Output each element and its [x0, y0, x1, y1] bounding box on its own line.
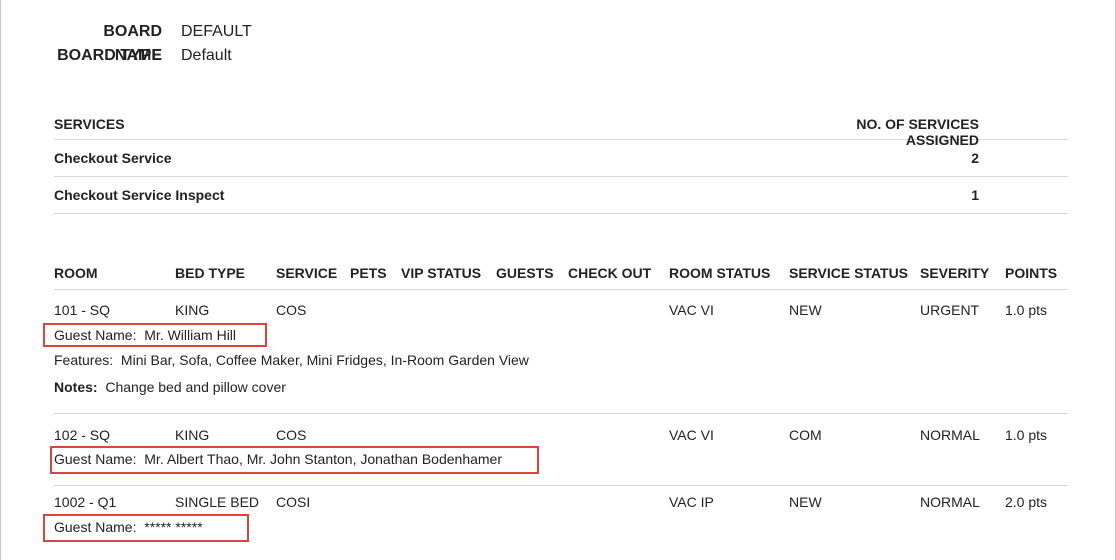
- severity: URGENT: [920, 302, 980, 318]
- service-status: COM: [789, 427, 822, 443]
- col-pets: PETS: [350, 265, 387, 281]
- room-status: VAC VI: [669, 302, 714, 318]
- guest-name-label: Guest Name:: [54, 327, 137, 343]
- guest-name: Guest Name: Mr. Albert Thao, Mr. John St…: [54, 451, 502, 467]
- left-border: [0, 0, 1, 560]
- features-label: Features:: [54, 352, 114, 368]
- col-bed-type: BED TYPE: [175, 265, 246, 281]
- guest-name: Guest Name: Mr. William Hill: [54, 327, 236, 343]
- points: 1.0 pts: [1005, 427, 1048, 443]
- col-service-status: SERVICE STATUS: [789, 265, 909, 281]
- col-guests: GUESTS: [496, 265, 554, 281]
- service-row: Checkout Service Inspect 1: [54, 177, 1068, 214]
- guest-line: Guest Name: Mr. Albert Thao, Mr. John St…: [50, 446, 1068, 477]
- col-service: SERVICE: [276, 265, 338, 281]
- col-check-out: CHECK OUT: [568, 265, 652, 281]
- services-header-row: SERVICES NO. OF SERVICES ASSIGNED: [54, 106, 1068, 148]
- bed-type: KING: [175, 302, 210, 318]
- guest-name-label: Guest Name:: [54, 519, 137, 535]
- services-table: SERVICES NO. OF SERVICES ASSIGNED Checko…: [54, 106, 1068, 214]
- room-number: 102 - SQ: [54, 427, 111, 443]
- rooms-table: ROOM BED TYPE SERVICE PETS VIP STATUS GU…: [43, 255, 1068, 552]
- severity: NORMAL: [920, 494, 980, 510]
- room-row: 102 - SQ KING COS VAC VI COM NORMAL 1.0 …: [50, 414, 1068, 486]
- col-room: ROOM: [54, 265, 98, 281]
- rooms-header-row: ROOM BED TYPE SERVICE PETS VIP STATUS GU…: [54, 255, 1068, 290]
- service-code: COSI: [276, 494, 311, 510]
- services-header: SERVICES: [54, 116, 125, 132]
- board-type-value: Default: [181, 47, 232, 64]
- col-points: POINTS: [1005, 265, 1058, 281]
- features: Features: Mini Bar, Sofa, Coffee Maker, …: [54, 352, 529, 368]
- severity: NORMAL: [920, 427, 980, 443]
- notes-label: Notes:: [54, 379, 98, 395]
- guest-name: Guest Name: ***** *****: [54, 519, 203, 535]
- service-status: NEW: [789, 302, 822, 318]
- guest-name-value: Mr. Albert Thao, Mr. John Stanton, Jonat…: [144, 451, 503, 467]
- features-line: Features: Mini Bar, Sofa, Coffee Maker, …: [54, 347, 1068, 374]
- features-value: Mini Bar, Sofa, Coffee Maker, Mini Fridg…: [120, 352, 529, 368]
- col-room-status: ROOM STATUS: [669, 265, 771, 281]
- col-severity: SEVERITY: [920, 265, 990, 281]
- points: 2.0 pts: [1005, 494, 1048, 510]
- board-name-row: BOARD NAME DEFAULT: [54, 20, 252, 64]
- room-status: VAC VI: [669, 427, 714, 443]
- room-row: 1002 - Q1 SINGLE BED COSI VAC IP NEW NOR…: [43, 486, 1068, 552]
- service-status: NEW: [789, 494, 822, 510]
- board-name-value: DEFAULT: [181, 23, 252, 40]
- bed-type: KING: [175, 427, 210, 443]
- service-row: Checkout Service 2: [54, 140, 1068, 177]
- service-name: Checkout Service Inspect: [54, 187, 225, 203]
- bed-type: SINGLE BED: [175, 494, 260, 510]
- service-count: 1: [971, 187, 979, 203]
- points: 1.0 pts: [1005, 302, 1048, 318]
- service-count: 2: [971, 150, 979, 166]
- room-row: 101 - SQ KING COS VAC VI NEW URGENT 1.0 …: [43, 290, 1068, 414]
- room-number: 1002 - Q1: [54, 494, 117, 510]
- guest-name-value: ***** *****: [144, 519, 203, 535]
- board-type-row: BOARD TYPE Default: [54, 44, 252, 68]
- service-code: COS: [276, 427, 307, 443]
- room-main-line: 101 - SQ KING COS VAC VI NEW URGENT 1.0 …: [54, 290, 1068, 320]
- board-info: BOARD NAME DEFAULT BOARD TYPE Default: [54, 20, 252, 68]
- col-vip-status: VIP STATUS: [401, 265, 482, 281]
- room-status: VAC IP: [669, 494, 714, 510]
- room-main-line: 102 - SQ KING COS VAC VI COM NORMAL 1.0 …: [54, 414, 1068, 450]
- room-number: 101 - SQ: [54, 302, 111, 318]
- notes: Notes: Change bed and pillow cover: [54, 379, 286, 395]
- guest-line: Guest Name: Mr. William Hill: [43, 320, 1068, 347]
- notes-line: Notes: Change bed and pillow cover: [54, 374, 1068, 401]
- notes-value: Change bed and pillow cover: [105, 379, 286, 395]
- board-type-label: BOARD TYPE: [57, 47, 162, 64]
- service-code: COS: [276, 302, 307, 318]
- guest-name-label: Guest Name:: [54, 451, 137, 467]
- guest-line: Guest Name: ***** *****: [43, 514, 1068, 549]
- guest-name-value: Mr. William Hill: [144, 327, 237, 343]
- service-name: Checkout Service: [54, 150, 172, 166]
